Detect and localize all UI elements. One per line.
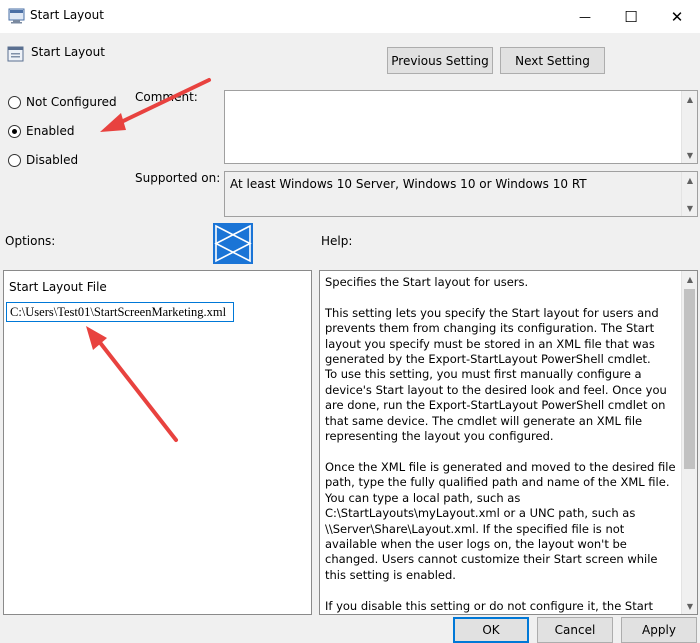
start-layout-file-input[interactable] bbox=[6, 302, 234, 322]
radio-disabled-indicator[interactable] bbox=[8, 153, 21, 167]
close-icon: ✕ bbox=[670, 7, 684, 26]
scroll-down-icon[interactable]: ▼ bbox=[682, 200, 698, 216]
minimize-icon: — bbox=[579, 9, 591, 24]
previous-setting-button[interactable]: Previous Setting bbox=[387, 47, 493, 74]
options-label: Options: bbox=[5, 234, 56, 248]
cancel-button[interactable]: Cancel bbox=[537, 617, 613, 643]
ok-button[interactable]: OK bbox=[453, 617, 529, 643]
title-bar: Start Layout — ☐ ✕ bbox=[0, 0, 700, 33]
comment-textarea[interactable]: ▲ ▼ bbox=[224, 90, 698, 164]
radio-enabled-label: Enabled bbox=[26, 124, 75, 138]
policy-window-icon bbox=[8, 8, 25, 24]
supported-on-box: At least Windows 10 Server, Windows 10 o… bbox=[224, 171, 698, 217]
help-pane: Specifies the Start layout for users. Th… bbox=[319, 270, 698, 615]
scroll-down-icon[interactable]: ▼ bbox=[682, 598, 697, 614]
supported-on-label: Supported on: bbox=[135, 171, 221, 185]
help-text: Specifies the Start layout for users. Th… bbox=[325, 275, 676, 614]
scroll-up-icon[interactable]: ▲ bbox=[682, 271, 697, 287]
radio-disabled[interactable]: Disabled bbox=[8, 153, 78, 167]
apply-button[interactable]: Apply bbox=[621, 617, 697, 643]
comment-scrollbar[interactable]: ▲ ▼ bbox=[681, 91, 697, 163]
start-layout-file-label: Start Layout File bbox=[9, 280, 107, 294]
radio-enabled-indicator[interactable] bbox=[8, 124, 21, 138]
help-scroll-thumb[interactable] bbox=[684, 289, 695, 469]
scroll-up-icon[interactable]: ▲ bbox=[682, 91, 698, 107]
maximize-icon: ☐ bbox=[624, 7, 638, 26]
next-setting-button[interactable]: Next Setting bbox=[500, 47, 605, 74]
windows-logo-icon bbox=[213, 223, 253, 264]
supported-on-value: At least Windows 10 Server, Windows 10 o… bbox=[230, 177, 587, 191]
radio-disabled-label: Disabled bbox=[26, 153, 79, 167]
setting-page-icon bbox=[7, 46, 24, 62]
radio-enabled[interactable]: Enabled bbox=[8, 124, 75, 138]
window-title: Start Layout bbox=[30, 8, 104, 22]
close-button[interactable]: ✕ bbox=[654, 0, 700, 33]
radio-not-configured-indicator[interactable] bbox=[8, 95, 21, 109]
maximize-button[interactable]: ☐ bbox=[608, 0, 654, 33]
help-scrollbar[interactable]: ▲ ▼ bbox=[681, 271, 697, 614]
supported-scrollbar[interactable]: ▲ ▼ bbox=[681, 172, 697, 216]
minimize-button[interactable]: — bbox=[562, 0, 608, 33]
radio-not-configured[interactable]: Not Configured bbox=[8, 95, 117, 109]
scroll-up-icon[interactable]: ▲ bbox=[682, 172, 698, 188]
radio-not-configured-label: Not Configured bbox=[26, 95, 117, 109]
comment-label: Comment: bbox=[135, 90, 198, 104]
setting-name: Start Layout bbox=[31, 45, 105, 59]
scroll-down-icon[interactable]: ▼ bbox=[682, 147, 698, 163]
help-label: Help: bbox=[321, 234, 353, 248]
